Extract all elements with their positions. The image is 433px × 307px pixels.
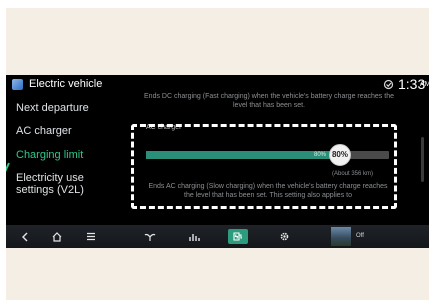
sidebar-item-charging-limit[interactable]: Charging limit	[16, 149, 83, 161]
sidebar-item-electricity-use-v2l[interactable]: Electricity use settings (V2L)	[16, 172, 116, 196]
ev-charging-button[interactable]	[228, 229, 248, 244]
sidebar-item-ac-charger[interactable]: AC charger	[16, 125, 72, 137]
bottom-frame	[6, 248, 429, 300]
sidebar-menu: Next departure AC charger Charging limit…	[6, 93, 126, 223]
clock-ampm: AM	[420, 81, 429, 88]
electric-vehicle-icon	[12, 79, 23, 90]
sidebar-item-next-departure[interactable]: Next departure	[16, 102, 89, 114]
climate-button[interactable]	[142, 229, 158, 244]
connected-status-icon	[383, 79, 394, 90]
highlight-callout-box	[131, 124, 397, 209]
top-frame	[6, 8, 429, 75]
menu-icon	[87, 232, 95, 241]
checkmark-icon	[6, 162, 10, 173]
ev-charging-icon	[233, 232, 242, 241]
home-button[interactable]	[50, 229, 64, 244]
dc-charging-description: Ends DC charging (Fast charging) when th…	[144, 93, 394, 109]
bottom-navbar	[6, 225, 429, 248]
settings-icon	[280, 232, 288, 241]
scrollbar[interactable]	[421, 137, 424, 182]
media-status-label: Off	[356, 233, 364, 239]
app-title: Electric vehicle	[29, 78, 103, 90]
menu-button[interactable]	[84, 229, 98, 244]
back-icon	[22, 232, 28, 241]
settings-button[interactable]	[276, 229, 292, 244]
media-equalizer-button[interactable]	[186, 229, 202, 244]
back-button[interactable]	[18, 229, 32, 244]
equalizer-icon	[189, 233, 200, 241]
fan-icon	[144, 233, 156, 241]
media-thumbnail[interactable]	[331, 227, 351, 246]
infotainment-screen: Electric vehicle 1:33 AM Next departure …	[6, 75, 429, 248]
home-icon	[52, 231, 62, 242]
